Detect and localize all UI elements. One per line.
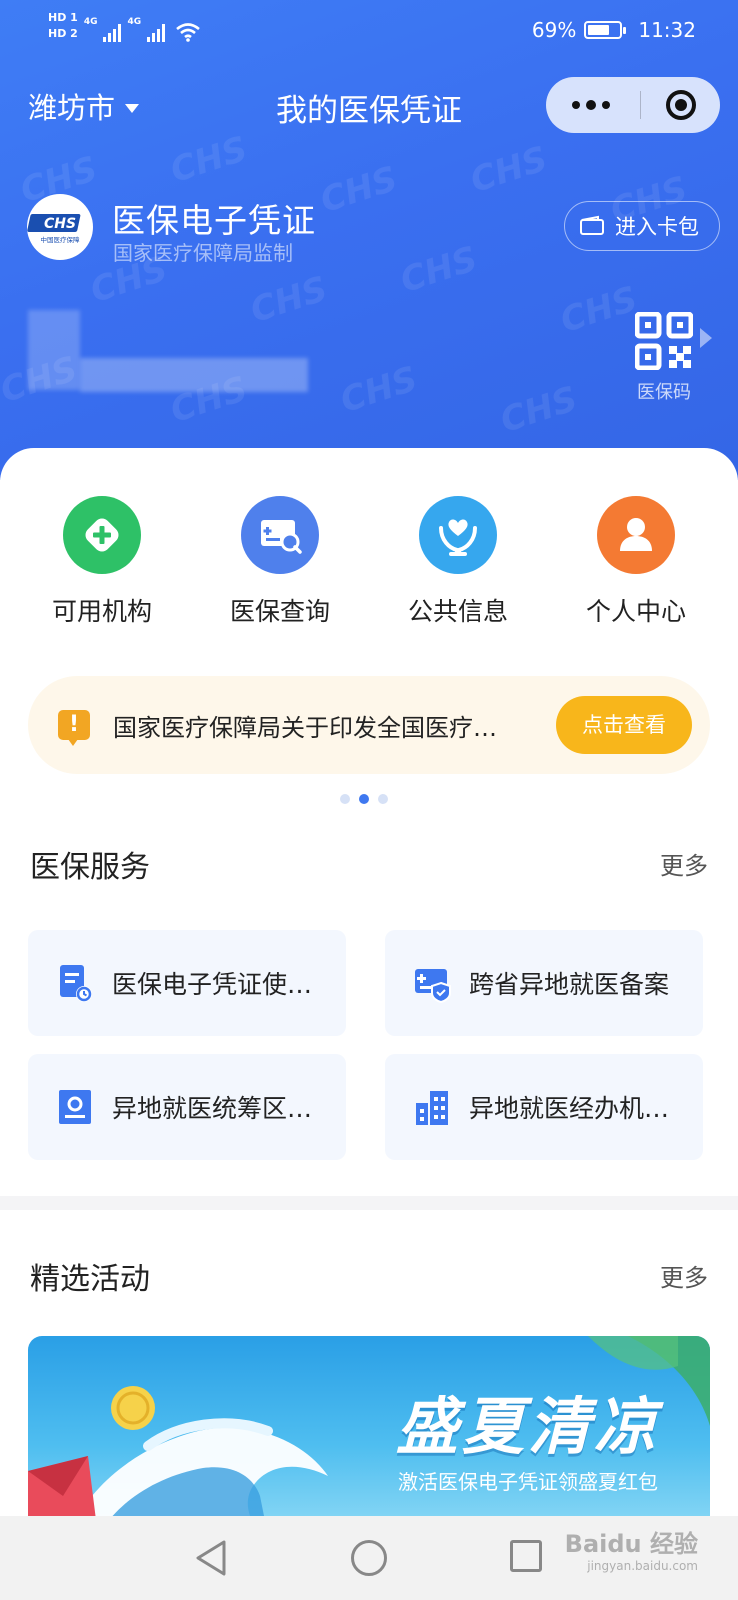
quick-action-institutions[interactable]: 可用机构 — [12, 496, 192, 628]
carousel-dot-active — [359, 794, 369, 804]
chevron-right-icon — [700, 328, 712, 348]
quick-action-label: 个人中心 — [585, 597, 686, 626]
wifi-icon — [176, 23, 200, 42]
service-label: 医保电子凭证使… — [112, 970, 313, 999]
carousel-indicator — [340, 794, 388, 804]
notice-banner[interactable]: ! 国家医疗保障局关于印发全国医疗… 点击查看 — [28, 676, 710, 774]
main-panel: 可用机构 医保查询 公共信息 个人中心 ! 国家医疗保障局关于印发全国医疗… 点… — [0, 448, 738, 1600]
system-nav-bar: Baidu 经验 jingyan.baidu.com — [0, 1516, 738, 1600]
card-subtitle: 国家医疗保障局监制 — [113, 241, 293, 265]
back-triangle-icon[interactable] — [194, 1538, 228, 1578]
banner-title: 盛夏清凉 — [395, 1390, 660, 1463]
card-shield-icon — [415, 969, 451, 1003]
signal-icon — [103, 24, 122, 42]
signal-icon-2 — [147, 24, 166, 42]
activities-title: 精选活动 — [30, 1262, 150, 1297]
services-more-link[interactable]: 更多 — [660, 846, 708, 881]
qr-code-button[interactable]: 医保码 — [624, 312, 704, 404]
person-icon — [597, 496, 675, 574]
alert-icon: ! — [58, 710, 90, 746]
close-target-icon[interactable] — [666, 90, 696, 120]
home-circle-icon[interactable] — [351, 1540, 387, 1576]
card-title: 医保电子凭证 — [112, 201, 316, 240]
watermark-brand-cn: 经验 — [650, 1530, 698, 1558]
network-type-2: 4G — [127, 17, 142, 27]
quick-action-public-info[interactable]: 公共信息 — [368, 496, 548, 628]
clock: 11:32 — [638, 18, 696, 42]
hospital-plus-icon — [63, 496, 141, 574]
baidu-watermark: Baidu 经验 jingyan.baidu.com — [565, 1524, 698, 1573]
activity-banner[interactable]: 盛夏清凉 激活医保电子凭证领盛夏红包 — [28, 1336, 710, 1536]
nav-bar: 潍坊市 我的医保凭证 — [0, 75, 738, 135]
logo-caption: 中国医疗保障 — [41, 235, 81, 244]
services-title: 医保服务 — [30, 850, 150, 885]
service-item-cross-province[interactable]: 跨省异地就医备案 — [385, 930, 703, 1036]
quick-action-label: 医保查询 — [229, 597, 330, 626]
battery-percent: 69% — [531, 18, 577, 42]
service-item-handling-agency[interactable]: 异地就医经办机… — [385, 1054, 703, 1160]
quick-action-personal-center[interactable]: 个人中心 — [546, 496, 726, 628]
contact-card-icon — [59, 1090, 91, 1124]
qr-code-icon — [635, 312, 693, 370]
document-clock-icon — [60, 965, 92, 1002]
service-item-voucher-guide[interactable]: 医保电子凭证使… — [28, 930, 346, 1036]
section-divider — [0, 1196, 738, 1210]
enter-wallet-button[interactable]: 进入卡包 — [564, 201, 720, 251]
service-label: 跨省异地就医备案 — [469, 970, 670, 999]
recent-apps-icon[interactable] — [510, 1540, 542, 1572]
status-bar: HD 1 HD 2 4G 4G 69% 11:32 — [0, 0, 738, 60]
masked-id — [80, 358, 308, 392]
card-search-icon — [241, 496, 319, 574]
capsule-divider — [640, 91, 641, 119]
carousel-dot — [340, 794, 350, 804]
heart-hands-icon — [419, 496, 497, 574]
watermark-site: jingyan.baidu.com — [587, 1559, 698, 1573]
service-item-regional-area[interactable]: 异地就医统筹区… — [28, 1054, 346, 1160]
quick-action-label: 可用机构 — [51, 597, 152, 626]
building-icon — [416, 1091, 448, 1125]
mini-program-capsule — [546, 77, 720, 133]
battery-icon — [584, 21, 627, 39]
wallet-icon — [580, 215, 604, 235]
status-right: 69% 11:32 — [532, 18, 696, 42]
logo-text: CHS — [44, 216, 76, 232]
activities-more-link[interactable]: 更多 — [660, 1258, 708, 1293]
qr-code-label: 医保码 — [637, 382, 691, 403]
watermark-brand: Baidu — [564, 1530, 642, 1558]
service-label: 异地就医经办机… — [469, 1094, 670, 1123]
quick-action-query[interactable]: 医保查询 — [190, 496, 370, 628]
network-badge-1: HD 1 — [48, 11, 78, 24]
notice-text: 国家医疗保障局关于印发全国医疗… — [113, 714, 497, 742]
masked-name — [28, 310, 80, 390]
enter-wallet-label: 进入卡包 — [615, 215, 699, 239]
network-type-1: 4G — [83, 17, 98, 27]
carousel-dot — [378, 794, 388, 804]
network-indicators: HD 1 HD 2 4G 4G — [48, 10, 201, 42]
service-label: 异地就医统筹区… — [112, 1094, 313, 1123]
more-dots-icon[interactable] — [572, 77, 628, 133]
quick-actions: 可用机构 医保查询 公共信息 个人中心 — [0, 496, 738, 626]
notice-view-button[interactable]: 点击查看 — [556, 696, 692, 754]
banner-subtitle: 激活医保电子凭证领盛夏红包 — [398, 1470, 658, 1494]
chs-watermark-pattern: CHS CHS CHS CHS CHS CHS CHS CHS CHS CHS … — [0, 128, 693, 442]
chs-logo: CHS 中国医疗保障 — [27, 194, 93, 260]
network-badge-2: HD 2 — [48, 27, 78, 40]
quick-action-label: 公共信息 — [407, 597, 508, 626]
header-area: CHS CHS CHS CHS CHS CHS CHS CHS CHS CHS … — [0, 0, 738, 480]
